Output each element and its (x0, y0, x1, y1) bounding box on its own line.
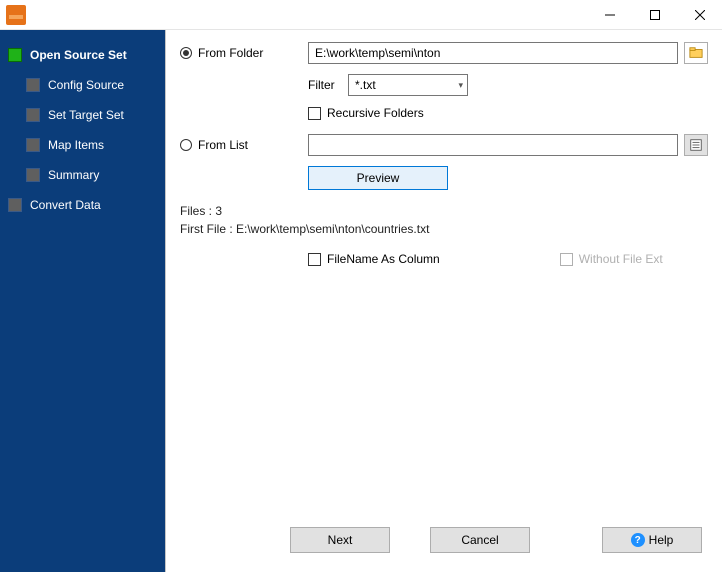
filename-as-column-group[interactable]: FileName As Column (308, 252, 440, 266)
without-file-ext-checkbox (560, 253, 573, 266)
from-list-label: From List (198, 138, 248, 152)
from-folder-radio-group[interactable]: From Folder (180, 46, 308, 60)
from-folder-label: From Folder (198, 46, 263, 60)
step-status-icon (8, 48, 22, 62)
step-config-source[interactable]: Config Source (0, 70, 165, 100)
wizard-steps-sidebar: Open Source Set Config Source Set Target… (0, 30, 165, 572)
filename-as-column-label: FileName As Column (327, 252, 440, 266)
from-folder-radio[interactable] (180, 47, 192, 59)
step-status-icon (26, 108, 40, 122)
step-map-items[interactable]: Map Items (0, 130, 165, 160)
step-set-target-set[interactable]: Set Target Set (0, 100, 165, 130)
step-status-icon (26, 168, 40, 182)
step-summary[interactable]: Summary (0, 160, 165, 190)
filename-as-column-checkbox[interactable] (308, 253, 321, 266)
step-status-icon (26, 138, 40, 152)
help-button[interactable]: ? Help (602, 527, 702, 553)
help-label: Help (649, 533, 674, 547)
step-label: Config Source (48, 78, 124, 92)
next-label: Next (328, 533, 353, 547)
without-file-ext-group: Without File Ext (560, 252, 663, 266)
folder-icon (689, 46, 703, 60)
files-count-text: Files : 3 (180, 204, 708, 218)
next-button[interactable]: Next (290, 527, 390, 553)
step-status-icon (26, 78, 40, 92)
step-label: Map Items (48, 138, 104, 152)
preview-label: Preview (357, 171, 400, 185)
close-button[interactable] (677, 0, 722, 30)
filter-value: *.txt (355, 78, 376, 92)
app-logo-icon (6, 5, 26, 25)
from-list-radio[interactable] (180, 139, 192, 151)
step-label: Set Target Set (48, 108, 124, 122)
recursive-folders-checkbox-group[interactable]: Recursive Folders (308, 106, 424, 120)
step-label: Summary (48, 168, 99, 182)
list-path-input[interactable] (308, 134, 678, 156)
browse-folder-button[interactable] (684, 42, 708, 64)
step-open-source-set[interactable]: Open Source Set (0, 40, 165, 70)
recursive-label: Recursive Folders (327, 106, 424, 120)
minimize-button[interactable] (587, 0, 632, 30)
content-panel: From Folder Filter *.txt ▾ (165, 30, 722, 572)
without-file-ext-label: Without File Ext (579, 252, 663, 266)
folder-path-input[interactable] (308, 42, 678, 64)
filter-label: Filter (308, 78, 348, 92)
help-icon: ? (631, 533, 645, 547)
cancel-button[interactable]: Cancel (430, 527, 530, 553)
first-file-text: First File : E:\work\temp\semi\nton\coun… (180, 222, 708, 236)
wizard-footer: Next Cancel ? Help (180, 518, 708, 562)
chevron-down-icon: ▾ (458, 80, 463, 91)
maximize-button[interactable] (632, 0, 677, 30)
preview-button[interactable]: Preview (308, 166, 448, 190)
recursive-checkbox[interactable] (308, 107, 321, 120)
step-convert-data[interactable]: Convert Data (0, 190, 165, 220)
step-status-icon (8, 198, 22, 212)
cancel-label: Cancel (461, 533, 498, 547)
step-label: Open Source Set (30, 48, 127, 62)
list-icon (689, 138, 703, 152)
browse-list-button[interactable] (684, 134, 708, 156)
window-controls (587, 0, 722, 30)
filter-combobox[interactable]: *.txt ▾ (348, 74, 468, 96)
step-label: Convert Data (30, 198, 101, 212)
from-list-radio-group[interactable]: From List (180, 138, 308, 152)
window-titlebar (0, 0, 722, 30)
